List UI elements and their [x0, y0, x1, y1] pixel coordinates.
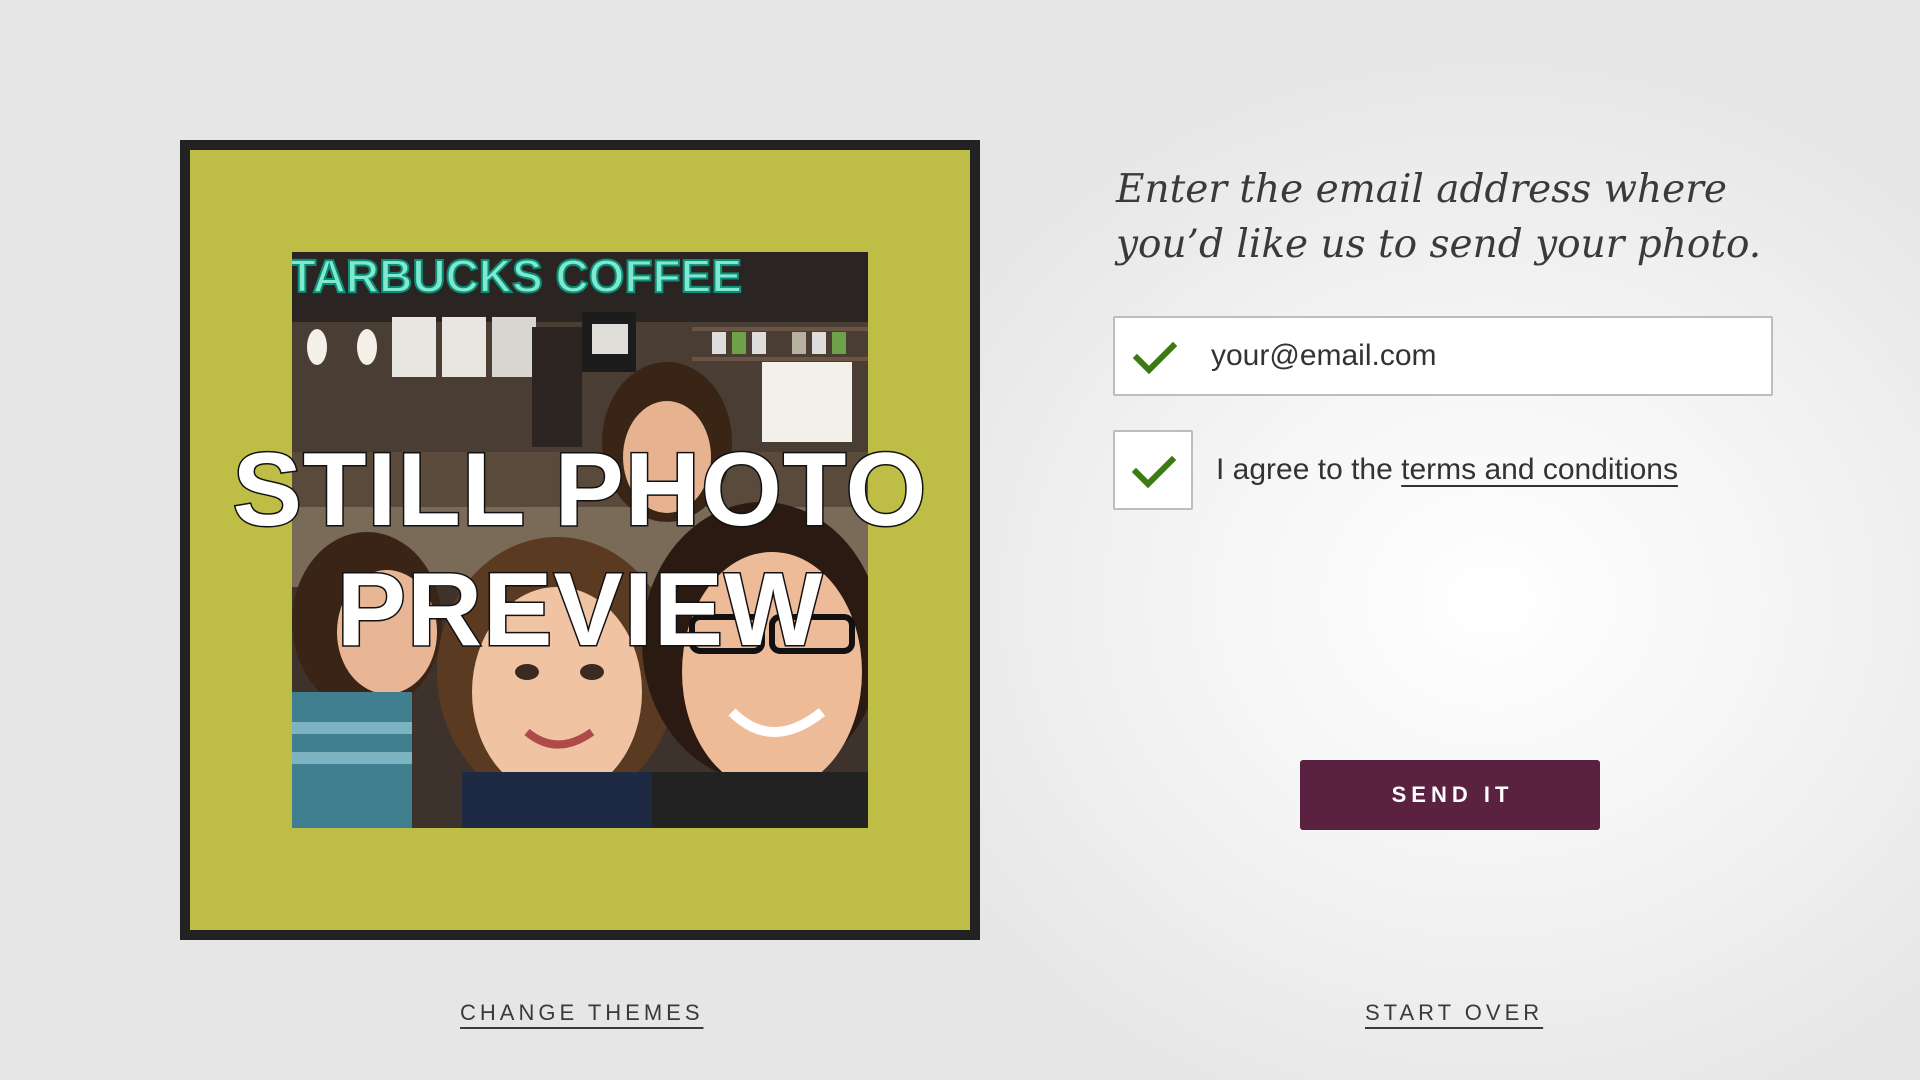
- still-photo-preview-overlay: STILL PHOTO PREVIEW: [190, 430, 970, 670]
- terms-label-prefix: I agree to the: [1216, 453, 1402, 486]
- photo-preview-frame: TARBUCKS COFFEE STILL PHOTO PREVIEW: [180, 140, 980, 940]
- email-prompt-heading: Enter the email address where you’d like…: [1116, 167, 1762, 267]
- send-it-button[interactable]: SEND IT: [1300, 760, 1600, 830]
- checkmark-icon: [1133, 341, 1177, 375]
- change-themes-link[interactable]: CHANGE THEMES: [460, 1000, 704, 1026]
- svg-text:TARBUCKS COFFEE: TARBUCKS COFFEE: [292, 252, 742, 302]
- terms-checkbox[interactable]: [1113, 430, 1193, 510]
- preview-overlay-line2: PREVIEW: [335, 551, 824, 670]
- checkmark-icon: [1132, 455, 1176, 489]
- preview-overlay-line1: STILL PHOTO: [231, 431, 928, 550]
- terms-and-conditions-link[interactable]: terms and conditions: [1401, 453, 1678, 486]
- email-field[interactable]: [1113, 316, 1773, 396]
- start-over-link[interactable]: START OVER: [1365, 1000, 1543, 1026]
- email-input[interactable]: [1211, 318, 1751, 394]
- terms-label: I agree to the terms and conditions: [1216, 450, 1678, 490]
